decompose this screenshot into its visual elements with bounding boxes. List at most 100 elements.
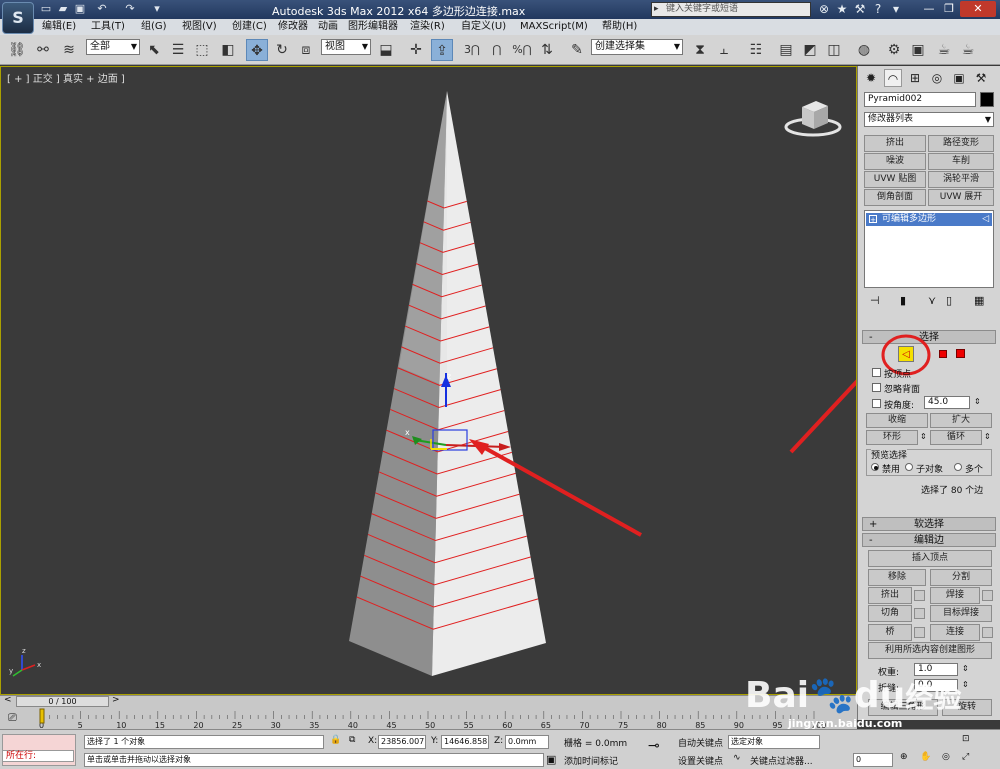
weld-settings-button[interactable] bbox=[982, 590, 993, 601]
menu-views[interactable]: 视图(V) bbox=[182, 19, 217, 35]
pan-icon[interactable]: ✋ bbox=[920, 752, 931, 762]
render-production-icon[interactable]: ☕ bbox=[957, 39, 979, 61]
ignore-backfacing-checkbox[interactable] bbox=[872, 383, 881, 392]
soft-selection-rollout-header[interactable]: + 软选择 bbox=[862, 517, 996, 531]
reference-coord-dropdown[interactable]: 视图 ▼ bbox=[321, 39, 371, 55]
configure-sets-icon[interactable]: ▦ bbox=[974, 294, 984, 307]
modifier-list-dropdown[interactable]: 修改器列表 ▼ bbox=[864, 112, 994, 127]
binoculars-icon[interactable]: ⊗ bbox=[816, 1, 832, 17]
time-prev-icon[interactable]: < bbox=[4, 695, 12, 705]
star-icon[interactable]: ★ bbox=[834, 1, 850, 17]
y-field[interactable]: 14646.858 bbox=[441, 735, 489, 749]
align-icon[interactable]: ⫠ bbox=[713, 39, 735, 61]
insert-vertex-button[interactable]: 插入顶点 bbox=[868, 550, 992, 567]
menu-create[interactable]: 创建(C) bbox=[232, 19, 267, 35]
time-next-icon[interactable]: > bbox=[112, 695, 120, 705]
current-frame-field[interactable]: 0 bbox=[853, 753, 893, 767]
orbit-icon[interactable]: ◎ bbox=[942, 752, 950, 762]
render-teapot-icon[interactable]: ☕ bbox=[933, 39, 955, 61]
curve-editor-icon[interactable]: ◩ bbox=[799, 39, 821, 61]
chamfer-button[interactable]: 切角 bbox=[868, 605, 912, 622]
app-logo[interactable]: S bbox=[2, 2, 34, 34]
weight-spinner-icon[interactable]: ⇕ bbox=[962, 664, 969, 673]
element-mode-icon[interactable] bbox=[956, 349, 965, 358]
redo-icon[interactable]: ↷ bbox=[123, 2, 137, 16]
modify-tab-icon[interactable]: ◠ bbox=[884, 69, 902, 87]
stack-item-editable-poly[interactable]: + 可编辑多边形 ◁ bbox=[866, 213, 992, 226]
select-object-icon[interactable]: ⬉ bbox=[143, 39, 165, 61]
bridge-settings-button[interactable] bbox=[914, 627, 925, 638]
new-file-icon[interactable]: ▭ bbox=[39, 2, 53, 16]
help-icon[interactable]: ? bbox=[870, 1, 886, 17]
z-field[interactable]: 0.0mm bbox=[505, 735, 549, 749]
angle-spinner-icon[interactable]: ⇕ bbox=[974, 397, 981, 406]
frame-counter[interactable]: 0 / 100 bbox=[16, 696, 109, 707]
menu-graph-editors[interactable]: 图形编辑器 bbox=[348, 19, 398, 35]
polygon-mode-icon[interactable] bbox=[939, 350, 947, 358]
keyboard-shortcut-override-icon[interactable]: ⇪ bbox=[431, 39, 453, 61]
remove-modifier-icon[interactable]: ▯ bbox=[946, 294, 952, 307]
layer-manager-icon[interactable]: ☷ bbox=[745, 39, 767, 61]
set-key-button[interactable]: 设置关键点 bbox=[678, 754, 723, 767]
expand-icon[interactable]: + bbox=[869, 215, 877, 224]
link-icon[interactable]: ⛓ bbox=[6, 39, 28, 61]
ring-button[interactable]: 环形 bbox=[866, 430, 918, 445]
by-angle-checkbox[interactable] bbox=[872, 399, 881, 408]
menu-modifiers[interactable]: 修改器 bbox=[278, 19, 308, 35]
by-vertex-checkbox[interactable] bbox=[872, 368, 881, 377]
ring-spinner-icon[interactable]: ⇕ bbox=[920, 432, 927, 441]
shrink-button[interactable]: 收缩 bbox=[866, 413, 928, 428]
object-color-swatch[interactable] bbox=[980, 92, 994, 107]
extrude-button[interactable]: 挤出 bbox=[868, 587, 912, 604]
edit-edges-rollout-header[interactable]: - 编辑边 bbox=[862, 533, 996, 547]
modifier-extrude-button[interactable]: 挤出 bbox=[864, 135, 926, 152]
pivot-center-icon[interactable]: ⬓ bbox=[375, 39, 397, 61]
add-time-tag[interactable]: 添加时间标记 bbox=[564, 754, 618, 767]
loop-spinner-icon[interactable]: ⇕ bbox=[984, 432, 991, 441]
window-crossing-icon[interactable]: ◧ bbox=[217, 39, 239, 61]
menu-group[interactable]: 组(G) bbox=[141, 19, 167, 35]
loop-button[interactable]: 循环 bbox=[930, 430, 982, 445]
absolute-mode-icon[interactable]: ⧉ bbox=[349, 735, 355, 745]
grow-button[interactable]: 扩大 bbox=[930, 413, 992, 428]
x-field[interactable]: 23856.007 bbox=[378, 735, 426, 749]
unlink-icon[interactable]: ⚯ bbox=[32, 39, 54, 61]
tools-icon[interactable]: ⚒ bbox=[852, 1, 868, 17]
save-icon[interactable]: ▣ bbox=[73, 2, 87, 16]
render-setup-icon[interactable]: ⚙ bbox=[883, 39, 905, 61]
hierarchy-tab-icon[interactable]: ⊞ bbox=[906, 69, 924, 87]
auto-key-button[interactable]: 自动关键点 bbox=[678, 736, 723, 749]
preview-multi-radio[interactable] bbox=[954, 463, 962, 471]
undo-icon[interactable]: ↶ bbox=[95, 2, 109, 16]
track-bar[interactable]: ⎚ 0 5 10 15 20 25 30 35 40 45 50 55 60 65 70 75 80 85 90 95… bbox=[0, 707, 857, 729]
restore-icon[interactable]: ❐ bbox=[940, 1, 958, 17]
viewcube[interactable] bbox=[784, 93, 842, 137]
key-filters-button[interactable]: 关键点过滤器... bbox=[750, 754, 813, 767]
connect-button[interactable]: 连接 bbox=[930, 624, 980, 641]
object-name-field[interactable]: Pyramid002 bbox=[864, 92, 976, 107]
menu-edit[interactable]: 编辑(E) bbox=[42, 19, 76, 35]
select-scale-icon[interactable]: ⧈ bbox=[295, 39, 317, 61]
open-file-icon[interactable]: ▰ bbox=[56, 2, 70, 16]
selection-filter-dropdown[interactable]: 全部 ▼ bbox=[86, 39, 140, 55]
select-move-icon[interactable]: ✥ bbox=[246, 39, 268, 61]
show-end-result-icon[interactable]: ▮ bbox=[900, 294, 906, 307]
select-rotate-icon[interactable]: ↻ bbox=[271, 39, 293, 61]
zoom-icon[interactable]: ⊕ bbox=[900, 752, 908, 762]
modifier-turbosmooth-button[interactable]: 涡轮平滑 bbox=[928, 171, 994, 188]
preview-subobject-radio[interactable] bbox=[905, 463, 913, 471]
percent-snap-icon[interactable]: %⋂ bbox=[511, 39, 533, 61]
menu-tools[interactable]: 工具(T) bbox=[91, 19, 125, 35]
split-button[interactable]: 分割 bbox=[930, 569, 992, 586]
maximize-viewport-icon[interactable]: ⤢ bbox=[962, 752, 969, 762]
create-tab-icon[interactable]: ✹ bbox=[862, 69, 880, 87]
preview-disabled-radio[interactable] bbox=[871, 463, 879, 471]
modifier-unwrap-uvw-button[interactable]: UVW 展开 bbox=[928, 189, 994, 206]
menu-rendering[interactable]: 渲染(R) bbox=[410, 19, 445, 35]
utilities-tab-icon[interactable]: ⚒ bbox=[972, 69, 990, 87]
spinner-snap-icon[interactable]: ⇅ bbox=[536, 39, 558, 61]
pyramid-object[interactable]: z x z x y bbox=[1, 67, 856, 694]
selected-set-dropdown[interactable]: 选定对象 bbox=[728, 735, 820, 749]
menu-maxscript[interactable]: MAXScript(M) bbox=[520, 19, 588, 35]
display-tab-icon[interactable]: ▣ bbox=[950, 69, 968, 87]
